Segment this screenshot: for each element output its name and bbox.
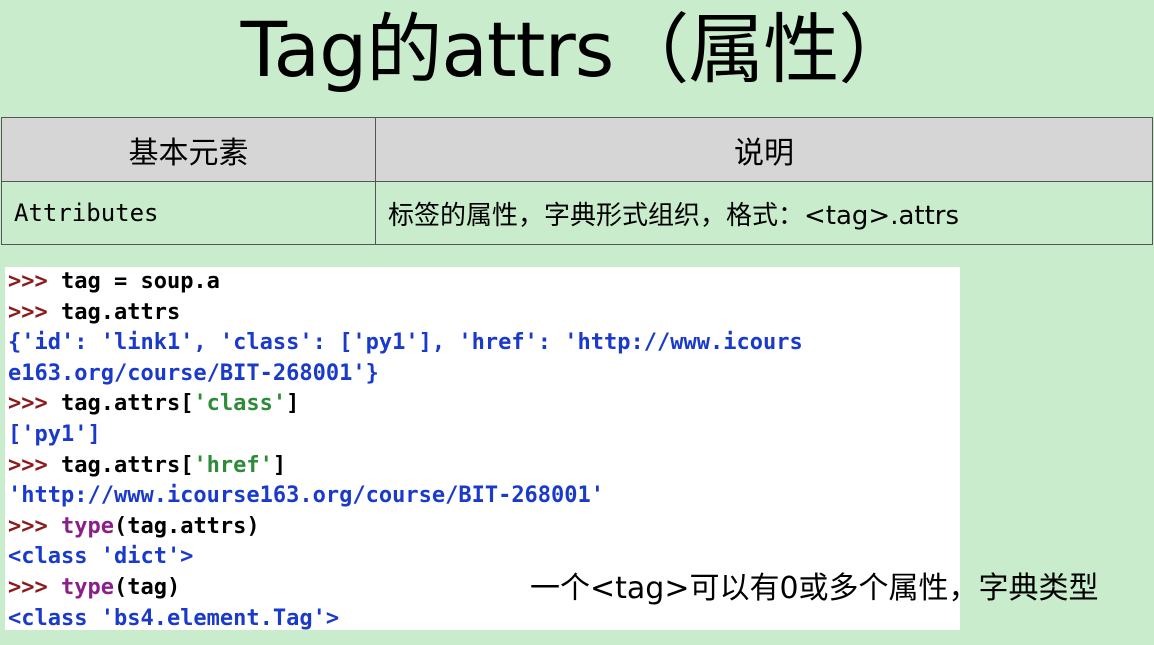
code-token: tag.attrs[ (60, 452, 194, 478)
attributes-table: 基本元素 说明 Attributes 标签的属性，字典形式组织，格式：<tag>… (1, 117, 1153, 245)
cell-element: Attributes (1, 181, 376, 245)
code-token: {'id': 'link1', 'class': ['py1'], 'href'… (8, 330, 803, 356)
code-token: >>> (8, 452, 61, 478)
code-token: >>> (8, 391, 61, 417)
code-token: (tag.attrs) (113, 513, 260, 539)
code-token: (tag) (113, 574, 181, 600)
code-token: >>> (8, 269, 61, 294)
code-token: type (60, 513, 114, 539)
code-token: <class 'dict'> (8, 544, 194, 570)
code-token: >>> (8, 574, 61, 600)
code-token: >>> (8, 299, 61, 325)
code-token: 'class' (193, 391, 287, 417)
code-line: <class 'bs4.element.Tag'> (8, 604, 960, 635)
code-line: ['py1'] (8, 420, 960, 451)
header-description: 说明 (375, 117, 1153, 182)
code-line: >>> tag.attrs (8, 298, 960, 329)
code-token: type (60, 574, 114, 600)
code-token: tag = soup.a (60, 269, 220, 294)
code-line: e163.org/course/BIT-268001'} (8, 359, 960, 390)
code-token: ] (272, 452, 287, 478)
code-token: ] (286, 391, 300, 417)
code-token: <class 'bs4.element.Tag'> (8, 605, 340, 631)
summary-note: 一个<tag>可以有0或多个属性，字典类型 (530, 571, 1099, 606)
code-token: ['py1'] (8, 421, 101, 447)
code-token: 'http://www.icourse163.org/course/BIT-26… (8, 483, 605, 509)
code-line: {'id': 'link1', 'class': ['py1'], 'href'… (8, 328, 960, 359)
code-line: 'http://www.icourse163.org/course/BIT-26… (8, 481, 960, 512)
code-token: tag.attrs[ (60, 391, 194, 417)
code-line: >>> type(tag.attrs) (8, 512, 960, 543)
code-line: >>> tag = soup.a (8, 267, 960, 298)
cell-description: 标签的属性，字典形式组织，格式：<tag>.attrs (375, 181, 1153, 245)
table-header-row: 基本元素 说明 (1, 117, 1153, 182)
code-token: >>> (8, 513, 61, 539)
code-token: tag.attrs (60, 299, 181, 325)
code-token: e163.org/course/BIT-268001'} (8, 360, 379, 386)
table-row: Attributes 标签的属性，字典形式组织，格式：<tag>.attrs (1, 181, 1153, 245)
code-line: >>> tag.attrs['href'] (8, 451, 960, 482)
slide-title: Tag的attrs（属性） (240, 5, 915, 94)
code-token: 'href' (193, 452, 273, 478)
header-element: 基本元素 (1, 117, 376, 182)
code-line: >>> tag.attrs['class'] (8, 389, 960, 420)
